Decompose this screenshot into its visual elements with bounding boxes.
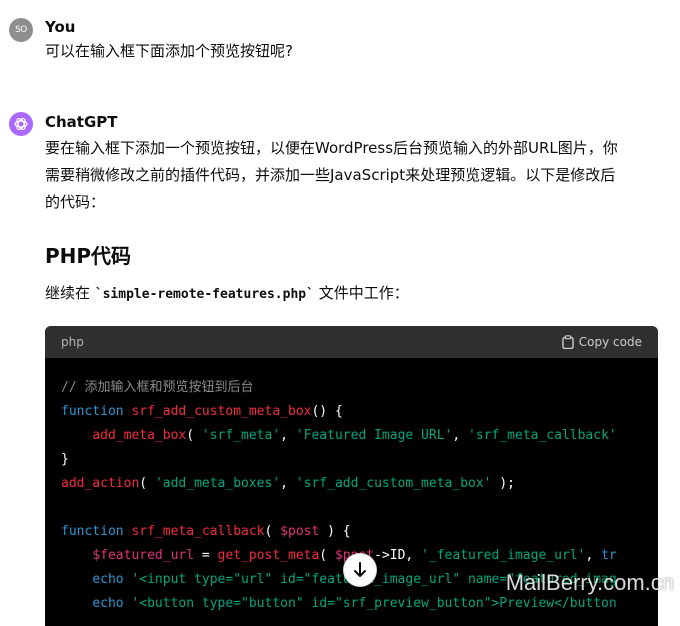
code-block-header: php Copy code	[45, 326, 658, 358]
assistant-intro-line-2: 需要稍微修改之前的插件代码，并添加一些JavaScript来处理预览逻辑。以下是…	[45, 166, 616, 184]
code-keyword: function	[61, 524, 124, 539]
code-string: 'srf_meta'	[201, 428, 281, 443]
copy-code-label: Copy code	[578, 335, 642, 349]
code-function-call: add_meta_box	[92, 428, 187, 443]
code-function-call: get_post_meta	[217, 548, 320, 563]
code-keyword: echo	[92, 596, 124, 611]
code-string: '_featured_image_url'	[421, 548, 586, 563]
code-keyword: function	[61, 404, 124, 419]
code-string: 'srf_add_custom_meta_box'	[295, 476, 492, 491]
code-function-name: srf_add_custom_meta_box	[131, 404, 312, 419]
copy-code-button[interactable]: Copy code	[562, 335, 642, 349]
file-note-prefix: 继续在	[45, 284, 95, 302]
code-variable: $post	[280, 524, 320, 539]
code-string: 'add_meta_boxes'	[154, 476, 281, 491]
code-function-call: add_action	[61, 476, 140, 491]
arrow-down-icon	[354, 562, 366, 577]
code-function-name: srf_meta_callback	[131, 524, 265, 539]
clipboard-icon	[562, 335, 574, 349]
code-string: 'Featured Image URL'	[295, 428, 453, 443]
user-avatar-initials: SO	[15, 25, 27, 35]
assistant-intro-line-3: 的代码：	[45, 193, 106, 211]
section-heading: PHP代码	[45, 244, 132, 268]
file-note-suffix: 文件中工作：	[313, 284, 409, 302]
chatgpt-logo-icon	[9, 112, 33, 136]
file-name-code: `simple-remote-features.php`	[94, 287, 314, 302]
assistant-intro-line-1: 要在输入框下添加一个预览按钮，以便在WordPress后台预览输入的外部URL图…	[45, 139, 618, 157]
assistant-name: ChatGPT	[45, 113, 118, 131]
scroll-to-bottom-button[interactable]	[343, 553, 377, 587]
watermark: MailBerry.com.cn	[505, 570, 674, 595]
code-comment: // 添加输入框和预览按钮到后台	[61, 380, 254, 395]
user-message-text: 可以在输入框下面添加个预览按钮呢?	[45, 42, 293, 60]
code-string: 'srf_meta_callback'	[468, 428, 617, 443]
code-keyword: tr	[601, 548, 617, 563]
openai-logo-icon	[14, 117, 28, 131]
user-name: You	[45, 18, 76, 36]
user-avatar: SO	[9, 18, 33, 42]
code-language-label: php	[61, 335, 84, 349]
code-variable: $featured_url	[92, 548, 195, 563]
file-note: 继续在 `simple-remote-features.php` 文件中工作：	[45, 280, 409, 308]
code-keyword: echo	[92, 572, 124, 587]
code-string: '<button type="button" id="srf_preview_b…	[131, 596, 617, 611]
